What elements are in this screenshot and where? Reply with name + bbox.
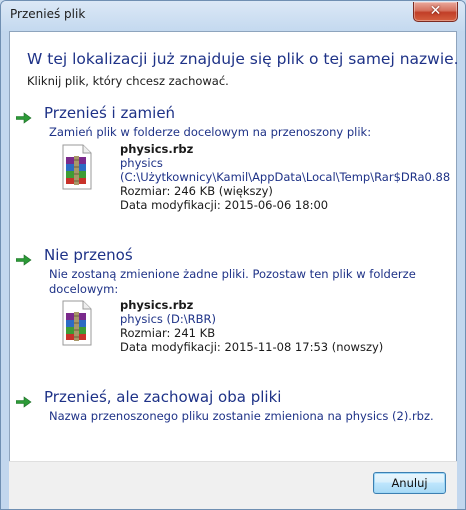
option-do-not-move[interactable]: Nie przenoś Nie zostaną zmienione żadne …: [10, 246, 456, 366]
window-title: Przenieś plik: [10, 7, 86, 21]
file-size: Rozmiar: 241 KB: [120, 326, 216, 340]
arrow-right-green-icon: [16, 254, 32, 266]
option-title: Nie przenoś: [44, 246, 133, 264]
option-description: Zamień plik w folderze docelowym na prze…: [49, 125, 372, 139]
dialog-window: Przenieś plik ✕ W tej lokalizacji już zn…: [0, 0, 466, 510]
file-folder: physics: [120, 156, 163, 170]
rar-archive-icon: [50, 142, 100, 192]
file-path: (C:\Użytkownicy\Kamil\AppData\Local\Temp…: [120, 170, 450, 184]
dialog-subheading: Kliknij plik, który chcesz zachować.: [27, 74, 229, 88]
file-modified: Data modyfikacji: 2015-11-08 17:53 (nows…: [120, 340, 384, 354]
file-path: physics (D:\RBR): [120, 312, 216, 326]
option-move-and-replace[interactable]: Przenieś i zamień Zamień plik w folderze…: [10, 104, 456, 219]
close-button[interactable]: ✕: [413, 2, 458, 22]
option-description: Nie zostaną zmienione żadne pliki. Pozos…: [49, 267, 416, 296]
file-modified: Data modyfikacji: 2015-06-06 18:00: [120, 198, 329, 212]
dialog-heading: W tej lokalizacji już znajduje się plik …: [27, 50, 459, 68]
dialog-footer: Anuluj: [9, 461, 457, 509]
file-size: Rozmiar: 246 KB (większy): [120, 184, 273, 198]
file-name: physics.rbz: [120, 298, 194, 312]
rar-archive-icon: [50, 298, 100, 348]
file-info: physics.rbz physics (C:\Użytkownicy\Kami…: [120, 142, 450, 212]
cancel-button[interactable]: Anuluj: [373, 472, 446, 494]
dialog-content: W tej lokalizacji już znajduje się plik …: [9, 31, 459, 462]
file-info: physics.rbz physics (D:\RBR) Rozmiar: 24…: [120, 298, 450, 354]
option-move-keep-both[interactable]: Przenieś, ale zachowaj oba pliki Nazwa p…: [10, 388, 456, 428]
arrow-right-green-icon: [16, 396, 32, 408]
arrow-right-green-icon: [16, 112, 32, 124]
option-title: Przenieś i zamień: [44, 104, 176, 122]
title-bar[interactable]: Przenieś plik ✕: [1, 1, 465, 31]
file-details-source: physics.rbz physics (C:\Użytkownicy\Kami…: [50, 142, 455, 212]
file-details-destination: physics.rbz physics (D:\RBR) Rozmiar: 24…: [50, 298, 455, 363]
close-icon: ✕: [429, 3, 442, 19]
option-title: Przenieś, ale zachowaj oba pliki: [44, 388, 282, 406]
file-name: physics.rbz: [120, 142, 194, 156]
option-description: Nazwa przenoszonego pliku zostanie zmien…: [49, 409, 434, 423]
